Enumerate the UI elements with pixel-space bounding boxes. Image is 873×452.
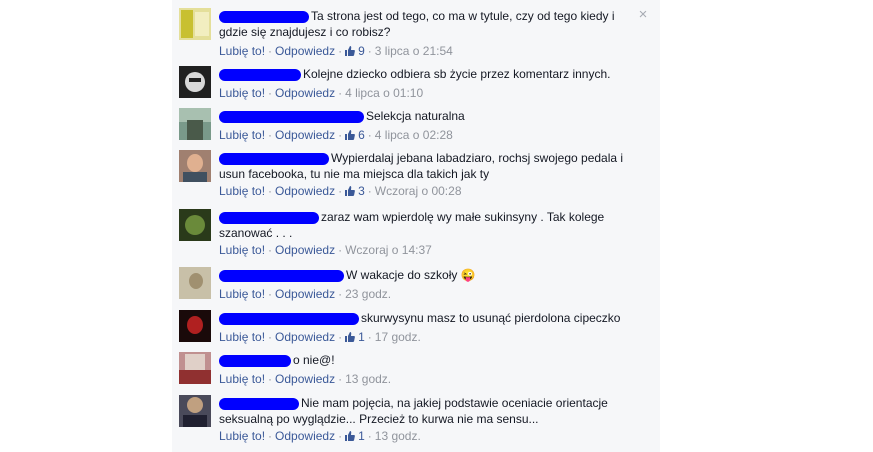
like-link[interactable]: Lubię to! bbox=[219, 128, 265, 142]
separator: · bbox=[268, 86, 273, 100]
separator: · bbox=[338, 287, 343, 301]
like-link[interactable]: Lubię to! bbox=[219, 184, 265, 198]
separator: · bbox=[338, 44, 343, 58]
separator: · bbox=[268, 429, 273, 443]
comment-text: Selekcja naturalna bbox=[366, 109, 465, 123]
separator: · bbox=[338, 330, 343, 344]
timestamp[interactable]: 13 godz. bbox=[345, 372, 391, 386]
avatar[interactable] bbox=[179, 8, 211, 40]
separator: · bbox=[268, 44, 273, 58]
thumbs-up-icon bbox=[345, 186, 356, 196]
comment-text: skurwysynu masz to usunąć pierdolona cip… bbox=[361, 311, 621, 325]
reply-link[interactable]: Odpowiedz bbox=[275, 372, 335, 386]
timestamp[interactable]: Wczoraj o 14:37 bbox=[345, 243, 432, 257]
tongue-emoji-icon: 😜 bbox=[460, 268, 476, 282]
reply-link[interactable]: Odpowiedz bbox=[275, 44, 335, 58]
commenter-name[interactable] bbox=[219, 10, 309, 23]
timestamp[interactable]: 4 lipca o 02:28 bbox=[375, 128, 453, 142]
separator: · bbox=[338, 372, 343, 386]
like-link[interactable]: Lubię to! bbox=[219, 44, 265, 58]
separator: · bbox=[338, 429, 343, 443]
separator: · bbox=[367, 330, 372, 344]
avatar[interactable] bbox=[179, 395, 211, 427]
avatar[interactable] bbox=[179, 310, 211, 342]
like-count[interactable]: 1 bbox=[345, 330, 365, 344]
separator: · bbox=[338, 128, 343, 142]
separator: · bbox=[268, 287, 273, 301]
timestamp[interactable]: 13 godz. bbox=[375, 429, 421, 443]
timestamp[interactable]: 17 godz. bbox=[375, 330, 421, 344]
avatar[interactable] bbox=[179, 267, 211, 299]
commenter-name[interactable] bbox=[219, 211, 319, 224]
separator: · bbox=[338, 86, 343, 100]
commenter-name[interactable] bbox=[219, 397, 299, 410]
separator: · bbox=[367, 128, 372, 142]
like-link[interactable]: Lubię to! bbox=[219, 372, 265, 386]
reply-link[interactable]: Odpowiedz bbox=[275, 86, 335, 100]
thumbs-up-icon bbox=[345, 130, 356, 140]
reply-link[interactable]: Odpowiedz bbox=[275, 287, 335, 301]
like-link[interactable]: Lubię to! bbox=[219, 86, 265, 100]
separator: · bbox=[268, 243, 273, 257]
commenter-name[interactable] bbox=[219, 312, 359, 325]
separator: · bbox=[367, 44, 372, 58]
comment-text: Kolejne dziecko odbiera sb życie przez k… bbox=[303, 67, 611, 81]
separator: · bbox=[367, 429, 372, 443]
separator: · bbox=[367, 184, 372, 198]
avatar[interactable] bbox=[179, 352, 211, 384]
like-count[interactable]: 1 bbox=[345, 429, 365, 443]
separator: · bbox=[338, 243, 343, 257]
commenter-name[interactable] bbox=[219, 110, 364, 123]
separator: · bbox=[338, 184, 343, 198]
like-count[interactable]: 9 bbox=[345, 44, 365, 58]
separator: · bbox=[268, 330, 273, 344]
reply-link[interactable]: Odpowiedz bbox=[275, 184, 335, 198]
avatar[interactable] bbox=[179, 66, 211, 98]
timestamp[interactable]: 23 godz. bbox=[345, 287, 391, 301]
thumbs-up-icon bbox=[345, 431, 356, 441]
reply-link[interactable]: Odpowiedz bbox=[275, 243, 335, 257]
timestamp[interactable]: 4 lipca o 01:10 bbox=[345, 86, 423, 100]
separator: · bbox=[268, 372, 273, 386]
commenter-name[interactable] bbox=[219, 152, 329, 165]
avatar[interactable] bbox=[179, 209, 211, 241]
like-link[interactable]: Lubię to! bbox=[219, 429, 265, 443]
like-count[interactable]: 6 bbox=[345, 128, 365, 142]
separator: · bbox=[268, 128, 273, 142]
avatar[interactable] bbox=[179, 108, 211, 140]
timestamp[interactable]: 3 lipca o 21:54 bbox=[375, 44, 453, 58]
thumbs-up-icon bbox=[345, 332, 356, 342]
like-link[interactable]: Lubię to! bbox=[219, 287, 265, 301]
reply-link[interactable]: Odpowiedz bbox=[275, 128, 335, 142]
like-link[interactable]: Lubię to! bbox=[219, 330, 265, 344]
reply-link[interactable]: Odpowiedz bbox=[275, 330, 335, 344]
commenter-name[interactable] bbox=[219, 354, 291, 367]
comment-text: W wakacje do szkoły bbox=[346, 268, 458, 282]
commenter-name[interactable] bbox=[219, 269, 344, 282]
timestamp[interactable]: Wczoraj o 00:28 bbox=[375, 184, 462, 198]
separator: · bbox=[268, 184, 273, 198]
thumbs-up-icon bbox=[345, 46, 356, 56]
commenter-name[interactable] bbox=[219, 68, 301, 81]
reply-link[interactable]: Odpowiedz bbox=[275, 429, 335, 443]
comment-text: o nie@! bbox=[293, 353, 335, 367]
like-link[interactable]: Lubię to! bbox=[219, 243, 265, 257]
like-count[interactable]: 3 bbox=[345, 184, 365, 198]
avatar[interactable] bbox=[179, 150, 211, 182]
